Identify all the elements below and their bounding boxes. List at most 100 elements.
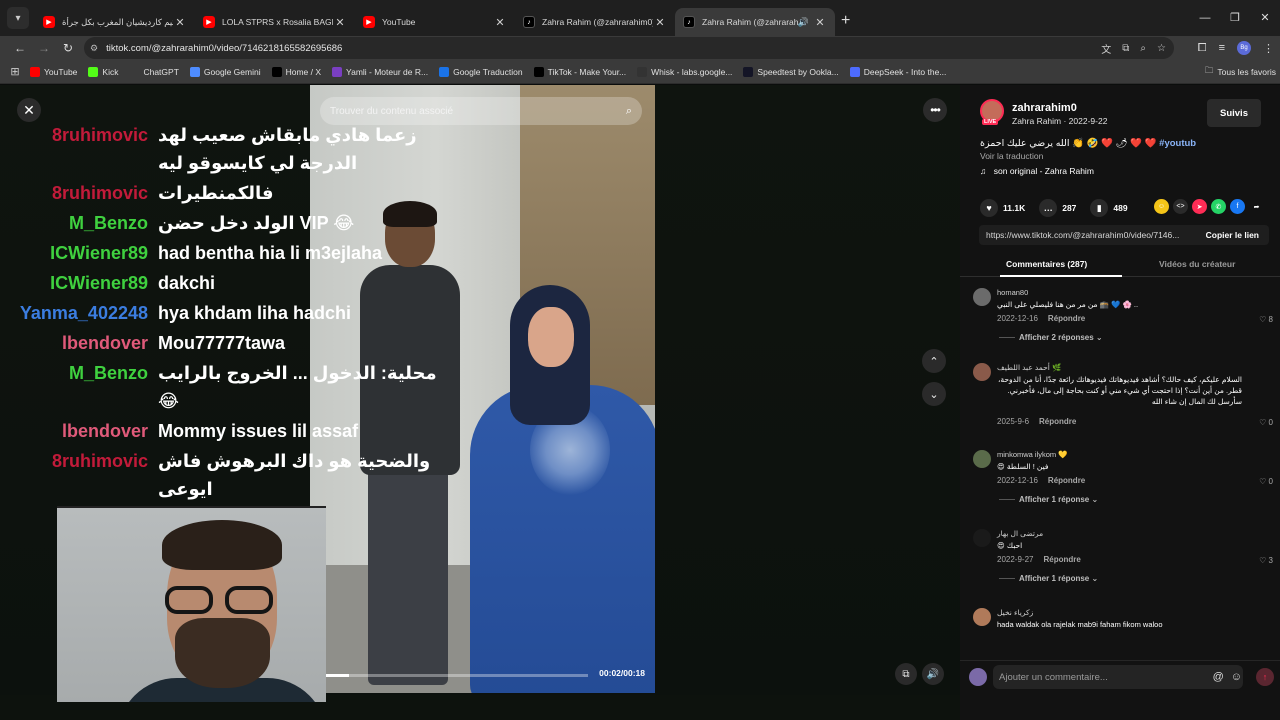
hashtag-link[interactable]: #youtub xyxy=(1159,138,1196,149)
emoji-icon[interactable]: ☺ xyxy=(1231,671,1242,683)
media-control-icon[interactable]: ≡ xyxy=(1219,42,1225,54)
browser-tab[interactable]: ▶ كيم كارديشيان المغرب بكل جرأة ✕ xyxy=(35,8,195,36)
restore-icon[interactable]: ❐ xyxy=(1220,0,1250,36)
copy-link-button[interactable]: Copier le lien xyxy=(1206,230,1259,240)
commenter-name[interactable]: مرتضى ال بهار xyxy=(997,529,1043,538)
zoom-icon[interactable]: ⌕ xyxy=(1140,43,1146,54)
comment-text: 😍 فين ! السلطة xyxy=(997,462,1049,471)
close-video-button[interactable]: ✕ xyxy=(17,98,41,122)
translate-icon[interactable]: 文 xyxy=(1101,41,1111,56)
miniplayer-icon[interactable]: ⧉ xyxy=(895,663,917,685)
reply-button[interactable]: Répondre xyxy=(1048,476,1085,485)
commenter-avatar[interactable] xyxy=(973,288,991,306)
post-comment-button[interactable]: ↑ xyxy=(1256,668,1274,686)
commenter-name[interactable]: minkomwa ilykom 💛 xyxy=(997,450,1068,459)
comment-button[interactable]: … 287 xyxy=(1039,199,1076,217)
bookmark-item[interactable]: DeepSeek - Into the... xyxy=(849,66,946,77)
browser-tab[interactable]: ♪ Zahra Rahim (@zahrarahim0) d ✕ xyxy=(515,8,675,36)
previous-video-button[interactable]: ⌃ xyxy=(922,349,946,373)
reply-button[interactable]: Répondre xyxy=(1039,417,1076,426)
comment-input[interactable]: Ajouter un commentaire... xyxy=(993,665,1243,689)
tab-comments[interactable]: Commentaires (287) xyxy=(1006,259,1087,269)
all-bookmarks[interactable]: 🗀 Tous les favoris xyxy=(1205,60,1276,84)
share-arrow-icon[interactable]: ➦ xyxy=(1249,199,1264,214)
bookmark-item[interactable]: Home / X xyxy=(271,66,321,77)
close-tab-icon[interactable]: ✕ xyxy=(813,16,827,29)
video-progress-bar[interactable] xyxy=(320,674,588,677)
browser-menu-icon[interactable]: ⋮ xyxy=(1263,42,1274,55)
comment-likes[interactable]: ♡ 0 xyxy=(1259,477,1273,486)
following-button[interactable]: Suivis xyxy=(1207,99,1261,127)
mention-icon[interactable]: @ xyxy=(1213,671,1224,683)
bookmark-item[interactable]: YouTube xyxy=(30,66,77,77)
commenter-name[interactable]: زكرياء نخيل xyxy=(997,608,1033,617)
tab-search-icon[interactable]: ▾ xyxy=(7,7,29,29)
bookmark-star-icon[interactable]: ☆ xyxy=(1157,43,1166,54)
bookmark-item[interactable]: Google Traduction xyxy=(439,66,523,77)
commenter-avatar[interactable] xyxy=(973,529,991,547)
embed-icon[interactable]: <> xyxy=(1173,199,1188,214)
bookmark-item[interactable]: Kick xyxy=(88,66,118,77)
commenter-avatar[interactable] xyxy=(973,450,991,468)
audio-playing-icon[interactable]: 🔊 xyxy=(798,17,809,28)
like-button[interactable]: ♥ 11.1K xyxy=(980,199,1025,217)
comment-likes[interactable]: ♡ 3 xyxy=(1259,556,1273,565)
back-icon[interactable]: ← xyxy=(8,41,32,55)
music-info[interactable]: ♫ son original - Zahra Rahim xyxy=(980,166,1094,176)
cast-icon[interactable]: ⧉ xyxy=(1122,43,1129,54)
close-tab-icon[interactable]: ✕ xyxy=(173,16,187,29)
bookmark-item[interactable]: Google Gemini xyxy=(189,66,261,77)
view-replies-button[interactable]: Afficher 1 réponse ⌄ xyxy=(999,574,1098,583)
bookmark-item[interactable]: Whisk - labs.google... xyxy=(637,66,732,77)
author-handle[interactable]: zahrarahim0 xyxy=(1012,102,1077,114)
reply-button[interactable]: Répondre xyxy=(1043,555,1080,564)
emoji-share-icon[interactable]: ☺ xyxy=(1154,199,1169,214)
profile-avatar[interactable]: Bg xyxy=(1237,41,1251,55)
chat-username: ICWiener89 xyxy=(50,243,148,263)
close-tab-icon[interactable]: ✕ xyxy=(653,16,667,29)
reload-icon[interactable]: ↻ xyxy=(56,41,80,55)
window-controls: — ❐ ✕ xyxy=(1190,0,1280,36)
comment-likes[interactable]: ♡ 8 xyxy=(1259,315,1273,324)
address-bar[interactable]: ⚙ tiktok.com/@zahrarahim0/video/71462181… xyxy=(84,37,1174,59)
commenter-name[interactable]: homan80 xyxy=(997,288,1028,297)
commenter-avatar[interactable] xyxy=(973,608,991,626)
next-video-button[interactable]: ⌄ xyxy=(922,382,946,406)
new-tab-icon[interactable]: + xyxy=(841,12,850,30)
related-search-input[interactable]: Trouver du contenu associé ⌕ xyxy=(320,97,642,125)
volume-icon[interactable]: 🔊 xyxy=(922,663,944,685)
close-window-icon[interactable]: ✕ xyxy=(1250,0,1280,36)
whatsapp-icon[interactable]: ✆ xyxy=(1211,199,1226,214)
site-info-icon[interactable]: ⚙ xyxy=(90,43,98,54)
forward-icon[interactable]: → xyxy=(32,41,56,55)
browser-tab[interactable]: ♪ Zahra Rahim (@zahrarahim 🔊 ✕ xyxy=(675,8,835,36)
chat-username: Yanma_402248 xyxy=(19,303,148,323)
extensions-icon[interactable]: ⧠ xyxy=(1198,42,1207,55)
tab-creator-videos[interactable]: Vidéos du créateur xyxy=(1159,259,1235,269)
browser-tab[interactable]: ▶ YouTube ✕ xyxy=(355,8,515,36)
bookmark-item[interactable]: Yamli - Moteur de R... xyxy=(332,66,428,77)
view-replies-label: Afficher 1 réponse xyxy=(1019,574,1090,583)
search-icon[interactable]: ⌕ xyxy=(626,105,632,118)
apps-grid-icon[interactable]: ⊞ xyxy=(0,65,30,78)
commenter-name[interactable]: أحمد عبد اللطيف 🌿 xyxy=(997,363,1061,372)
send-to-friend-icon[interactable]: ➤ xyxy=(1192,199,1207,214)
browser-tab[interactable]: ▶ LOLA STPRS x Rosalia BAGDAD✕ xyxy=(195,8,355,36)
view-replies-button[interactable]: Afficher 1 réponse ⌄ xyxy=(999,495,1098,504)
facebook-icon[interactable]: f xyxy=(1230,199,1245,214)
bookmark-item[interactable]: Speedtest by Ookla... xyxy=(743,66,839,77)
bookmark-item[interactable]: TikTok - Make Your... xyxy=(533,66,626,77)
close-tab-icon[interactable]: ✕ xyxy=(493,16,507,29)
more-options-icon[interactable]: ••• xyxy=(923,98,947,122)
close-tab-icon[interactable]: ✕ xyxy=(333,16,347,29)
see-translation-link[interactable]: Voir la traduction xyxy=(980,151,1043,161)
chat-username: M_Benzo xyxy=(68,363,148,383)
tab-title: YouTube xyxy=(382,17,416,27)
bookmark-item[interactable]: ChatGPT xyxy=(129,66,179,77)
minimize-icon[interactable]: — xyxy=(1190,0,1220,36)
view-replies-button[interactable]: Afficher 2 réponses ⌄ xyxy=(999,333,1103,342)
save-button[interactable]: ▮ 489 xyxy=(1090,199,1128,217)
reply-button[interactable]: Répondre xyxy=(1048,314,1085,323)
commenter-avatar[interactable] xyxy=(973,363,991,381)
comment-likes[interactable]: ♡ 0 xyxy=(1259,418,1273,427)
